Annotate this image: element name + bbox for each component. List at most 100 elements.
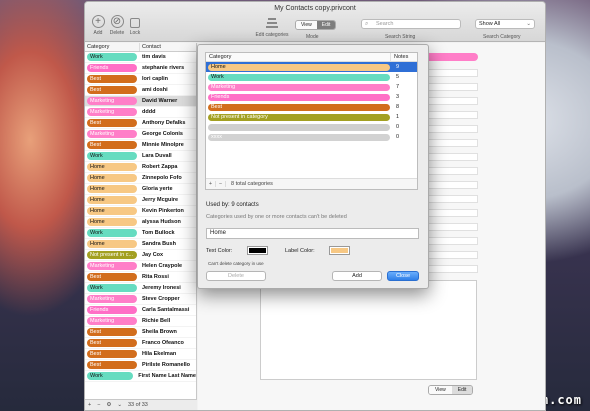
edit-categories-button[interactable]: Edit categories <box>247 16 297 38</box>
notes-textarea[interactable] <box>260 280 477 380</box>
column-header-category[interactable]: Category <box>206 53 391 61</box>
detail-view-tab[interactable]: View <box>429 386 452 394</box>
detail-edit-tab[interactable]: Edit <box>451 386 473 394</box>
delete-category-button[interactable]: Delete <box>206 271 266 281</box>
contact-count: 33 of 33 <box>127 402 148 408</box>
category-row[interactable]: Best 8 <box>206 102 417 112</box>
table-row[interactable]: Friends Carla Santalmassi <box>85 305 196 316</box>
category-pill: Friends <box>87 306 137 314</box>
table-row[interactable]: Marketing Steve Cropper <box>85 294 196 305</box>
add-button[interactable]: + Add <box>89 15 107 36</box>
contact-name: Rita Rossi <box>142 274 169 280</box>
mode-segmented-control: View Edit <box>295 20 337 30</box>
remove-category-button[interactable]: − <box>216 181 226 187</box>
mode-edit-tab[interactable]: Edit <box>316 21 336 29</box>
text-color-label: Text Color: <box>206 248 233 254</box>
table-row[interactable]: Marketing David Warner <box>85 96 196 107</box>
column-header-notes[interactable]: Notes <box>391 53 408 61</box>
category-row[interactable]: Work 5 <box>206 72 417 82</box>
table-row[interactable]: Best Anthony Defalks <box>85 118 196 129</box>
label-color-well[interactable] <box>329 246 350 255</box>
contact-name: Minnie Minolpre <box>142 142 184 148</box>
category-pill: Friends <box>87 64 137 72</box>
category-row[interactable]: Not present in category 1 <box>206 112 417 122</box>
column-header-contact[interactable]: Contact <box>140 43 161 51</box>
list-footer: + − ⚙ ⌄ 33 of 33 <box>85 399 197 410</box>
plus-icon: + <box>91 15 105 28</box>
category-pill: Work <box>87 53 137 61</box>
table-row[interactable]: Work Jeremy Ironesi <box>85 283 196 294</box>
category-pill: Best <box>87 273 137 281</box>
category-row[interactable]: Friends 3 <box>206 92 417 102</box>
text-color-well[interactable] <box>247 246 268 255</box>
table-row[interactable]: Best Minnie Minolpre <box>85 140 196 151</box>
table-row[interactable]: Work Lara Duvall <box>85 151 196 162</box>
table-row[interactable]: Home Kevin Pinkerton <box>85 206 196 217</box>
table-row[interactable]: Work First Name Last Name <box>85 371 196 382</box>
table-row[interactable]: Home Gloria yerte <box>85 184 196 195</box>
category-pill: Home <box>87 163 137 171</box>
table-row[interactable]: Best lori caplin <box>85 74 196 85</box>
table-row[interactable]: Home Robert Zappa <box>85 162 196 173</box>
contact-name: tim davis <box>142 54 166 60</box>
table-row[interactable]: Work tim davis <box>85 52 196 63</box>
category-notes-count: 8 <box>396 104 400 110</box>
category-row[interactable]: xxxx 0 <box>206 132 417 142</box>
table-row[interactable]: Home Sandra Bush <box>85 239 196 250</box>
mode-view-tab[interactable]: View <box>296 21 317 29</box>
category-pill: Home <box>87 240 137 248</box>
table-row[interactable]: Marketing Helen Craypole <box>85 261 196 272</box>
add-button[interactable]: Add <box>332 271 382 281</box>
contact-name: First Name Last Name <box>138 373 196 379</box>
contact-name: Sheila Brown <box>142 329 177 335</box>
stack-icon <box>266 18 278 28</box>
table-row[interactable]: Best Pirilste Romanello <box>85 360 196 371</box>
table-row[interactable]: Not present in c... Jay Cox <box>85 250 196 261</box>
category-row[interactable]: Marketing 7 <box>206 82 417 92</box>
search-category-select[interactable]: Show All ⌄ <box>475 19 535 29</box>
category-pill: Home <box>87 196 137 204</box>
table-row[interactable]: Home Zinnepolo Fofo <box>85 173 196 184</box>
cant-delete-note: Can't delete category in use <box>208 261 264 266</box>
table-row[interactable]: Best Sheila Brown <box>85 327 196 338</box>
table-row[interactable]: Home Jerry Mcguire <box>85 195 196 206</box>
category-notes-count: 1 <box>396 114 400 120</box>
table-row[interactable]: Best Rita Rossi <box>85 272 196 283</box>
close-button[interactable]: Close <box>387 271 419 281</box>
category-row[interactable]: Home 9 <box>206 62 417 72</box>
category-pill: Friends <box>208 93 390 101</box>
chevron-down-icon: ⌄ <box>526 21 531 27</box>
contact-name: Gloria yerte <box>142 186 173 192</box>
contact-list: Category Contact Work tim davis Friends ste… <box>85 43 197 410</box>
gear-icon[interactable]: ⚙ <box>103 402 114 408</box>
contact-name: Jerry Mcguire <box>142 197 179 203</box>
label-color-label: Label Color: <box>285 248 315 254</box>
table-row[interactable]: Home alyssa Hudson <box>85 217 196 228</box>
search-input[interactable]: ⌕ Search <box>361 19 461 29</box>
categories-header: Category Notes <box>206 53 417 62</box>
table-row[interactable]: Work Tom Bullock <box>85 228 196 239</box>
lock-button[interactable]: Lock <box>126 15 144 36</box>
contact-name: Lara Duvall <box>142 153 172 159</box>
table-row[interactable]: Marketing Richie Bell <box>85 316 196 327</box>
category-pill: Marketing <box>87 262 137 270</box>
category-notes-count: 7 <box>396 84 400 90</box>
category-name-input[interactable]: Home <box>206 228 419 239</box>
chevron-down-icon[interactable]: ⌄ <box>114 402 125 408</box>
table-row[interactable]: Friends stephanie rivers <box>85 63 196 74</box>
category-pill: Best <box>87 141 137 149</box>
table-row[interactable]: Best ami doshi <box>85 85 196 96</box>
remove-small-button[interactable]: − <box>94 402 103 408</box>
add-small-button[interactable]: + <box>85 402 94 408</box>
table-row[interactable]: Marketing George Colonis <box>85 129 196 140</box>
delete-button[interactable]: ⊘ Delete <box>108 15 126 36</box>
search-category-label: Search Category <box>483 34 521 40</box>
table-row[interactable]: Best Hila Ekelman <box>85 349 196 360</box>
add-category-button[interactable]: + <box>206 181 216 187</box>
table-row[interactable]: Marketing dddd <box>85 107 196 118</box>
column-header-category[interactable]: Category <box>85 43 140 51</box>
category-pill: Marketing <box>208 83 390 91</box>
category-row[interactable]: 0 <box>206 122 417 132</box>
table-row[interactable]: Best Franco Ofeanco <box>85 338 196 349</box>
contact-name: ami doshi <box>142 87 168 93</box>
